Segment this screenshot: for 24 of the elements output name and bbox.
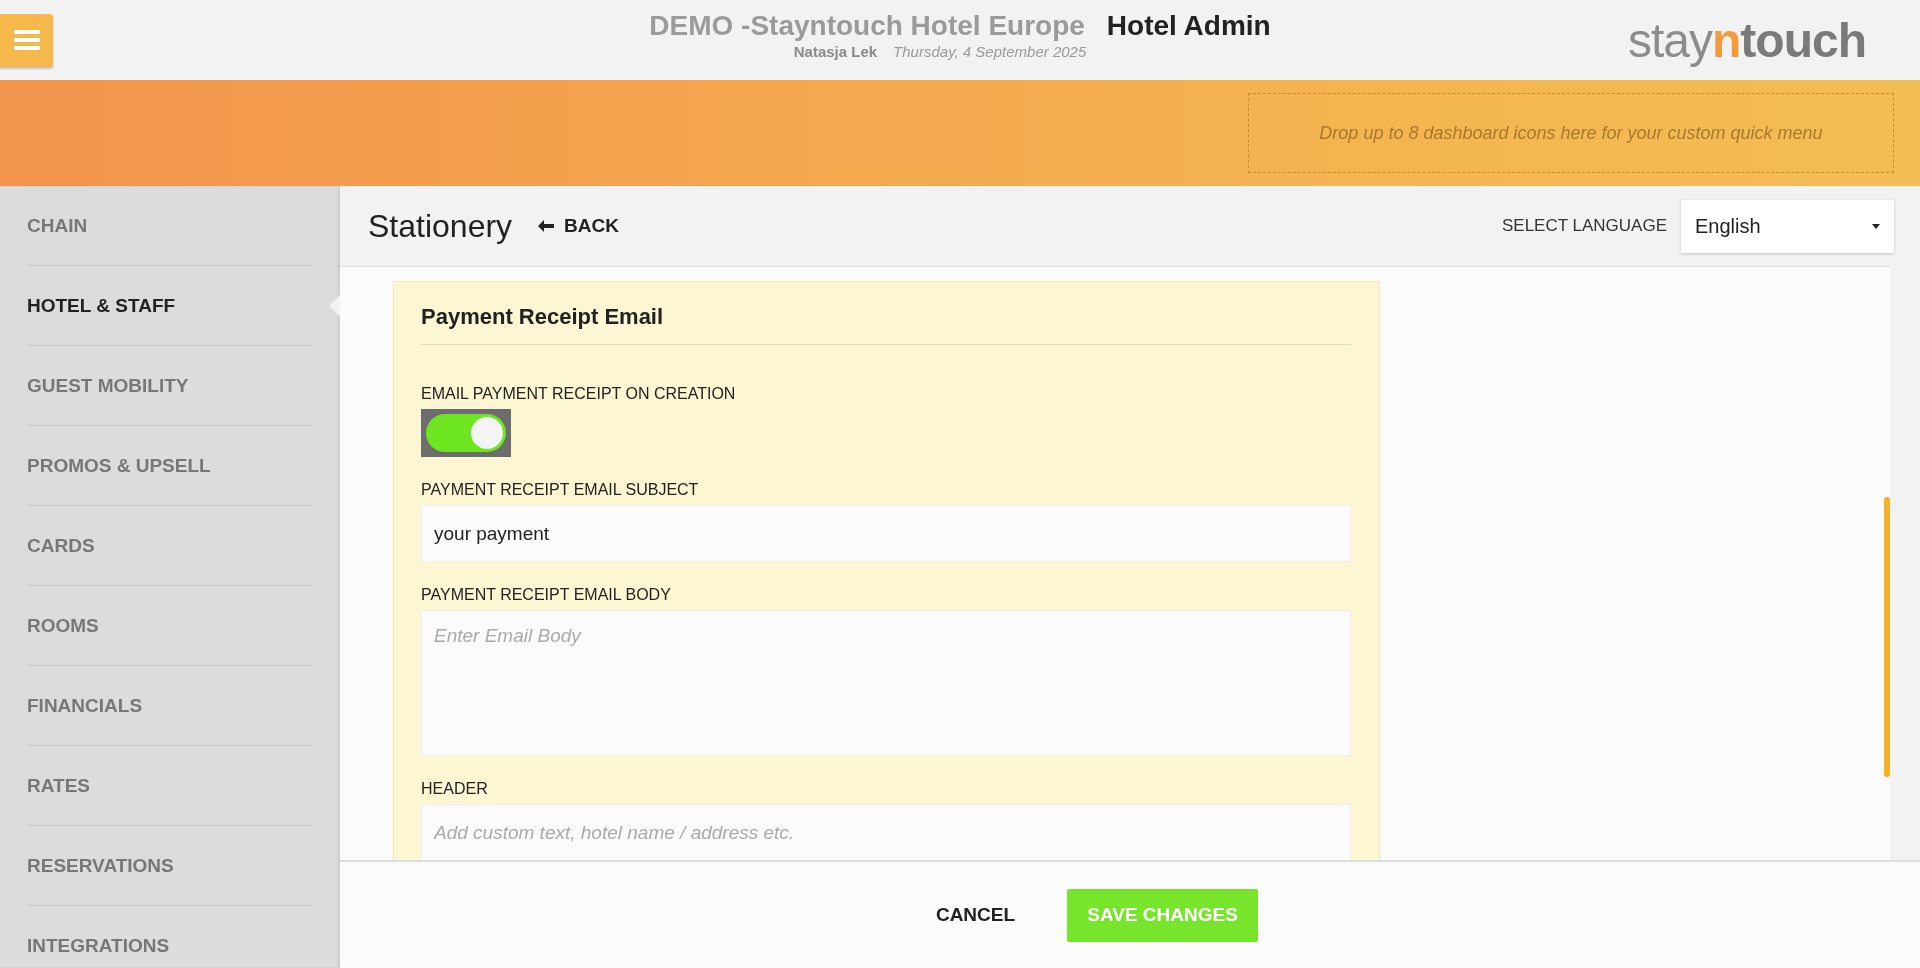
scrollbar-thumb[interactable]: [1884, 497, 1890, 777]
app-title: Hotel Admin: [1106, 10, 1271, 42]
language-label: SELECT LANGUAGE: [1501, 216, 1667, 236]
text-area[interactable]: Enter Email Body: [421, 610, 1351, 756]
language-select[interactable]: English: [1681, 199, 1894, 253]
card-title: Payment Receipt Email: [421, 304, 1351, 345]
toggle-switch[interactable]: [426, 414, 506, 452]
user-name: Natasja Lek: [793, 43, 878, 60]
quick-menu-drop-zone: Drop up to 8 dashboard icons here for your custom quick menu: [1248, 93, 1894, 173]
hotel-name: DEMO -Stayntouch Hotel Europe: [649, 10, 1085, 42]
caret-icon: [1872, 223, 1880, 229]
field-label: PAYMENT RECEIPT EMAIL BODY: [421, 586, 672, 604]
logo: stayntouch: [1628, 12, 1866, 68]
menu-icon: [13, 29, 40, 51]
menu-button[interactable]: [0, 13, 53, 67]
field-label: PAYMENT RECEIPT EMAIL SUBJECT: [421, 481, 700, 499]
input-field[interactable]: your payment: [421, 505, 1351, 562]
cancel-button[interactable]: CANCEL: [923, 894, 1028, 936]
date-text: Thursday, 4 September 2025: [893, 43, 1087, 60]
arrow-left-icon: [538, 220, 555, 232]
field-label: EMAIL PAYMENT RECEIPT ON CREATION: [421, 385, 737, 403]
field-label: HEADER: [421, 780, 489, 798]
page-title: Stationery: [368, 207, 513, 245]
back-link[interactable]: BACK: [538, 215, 619, 237]
